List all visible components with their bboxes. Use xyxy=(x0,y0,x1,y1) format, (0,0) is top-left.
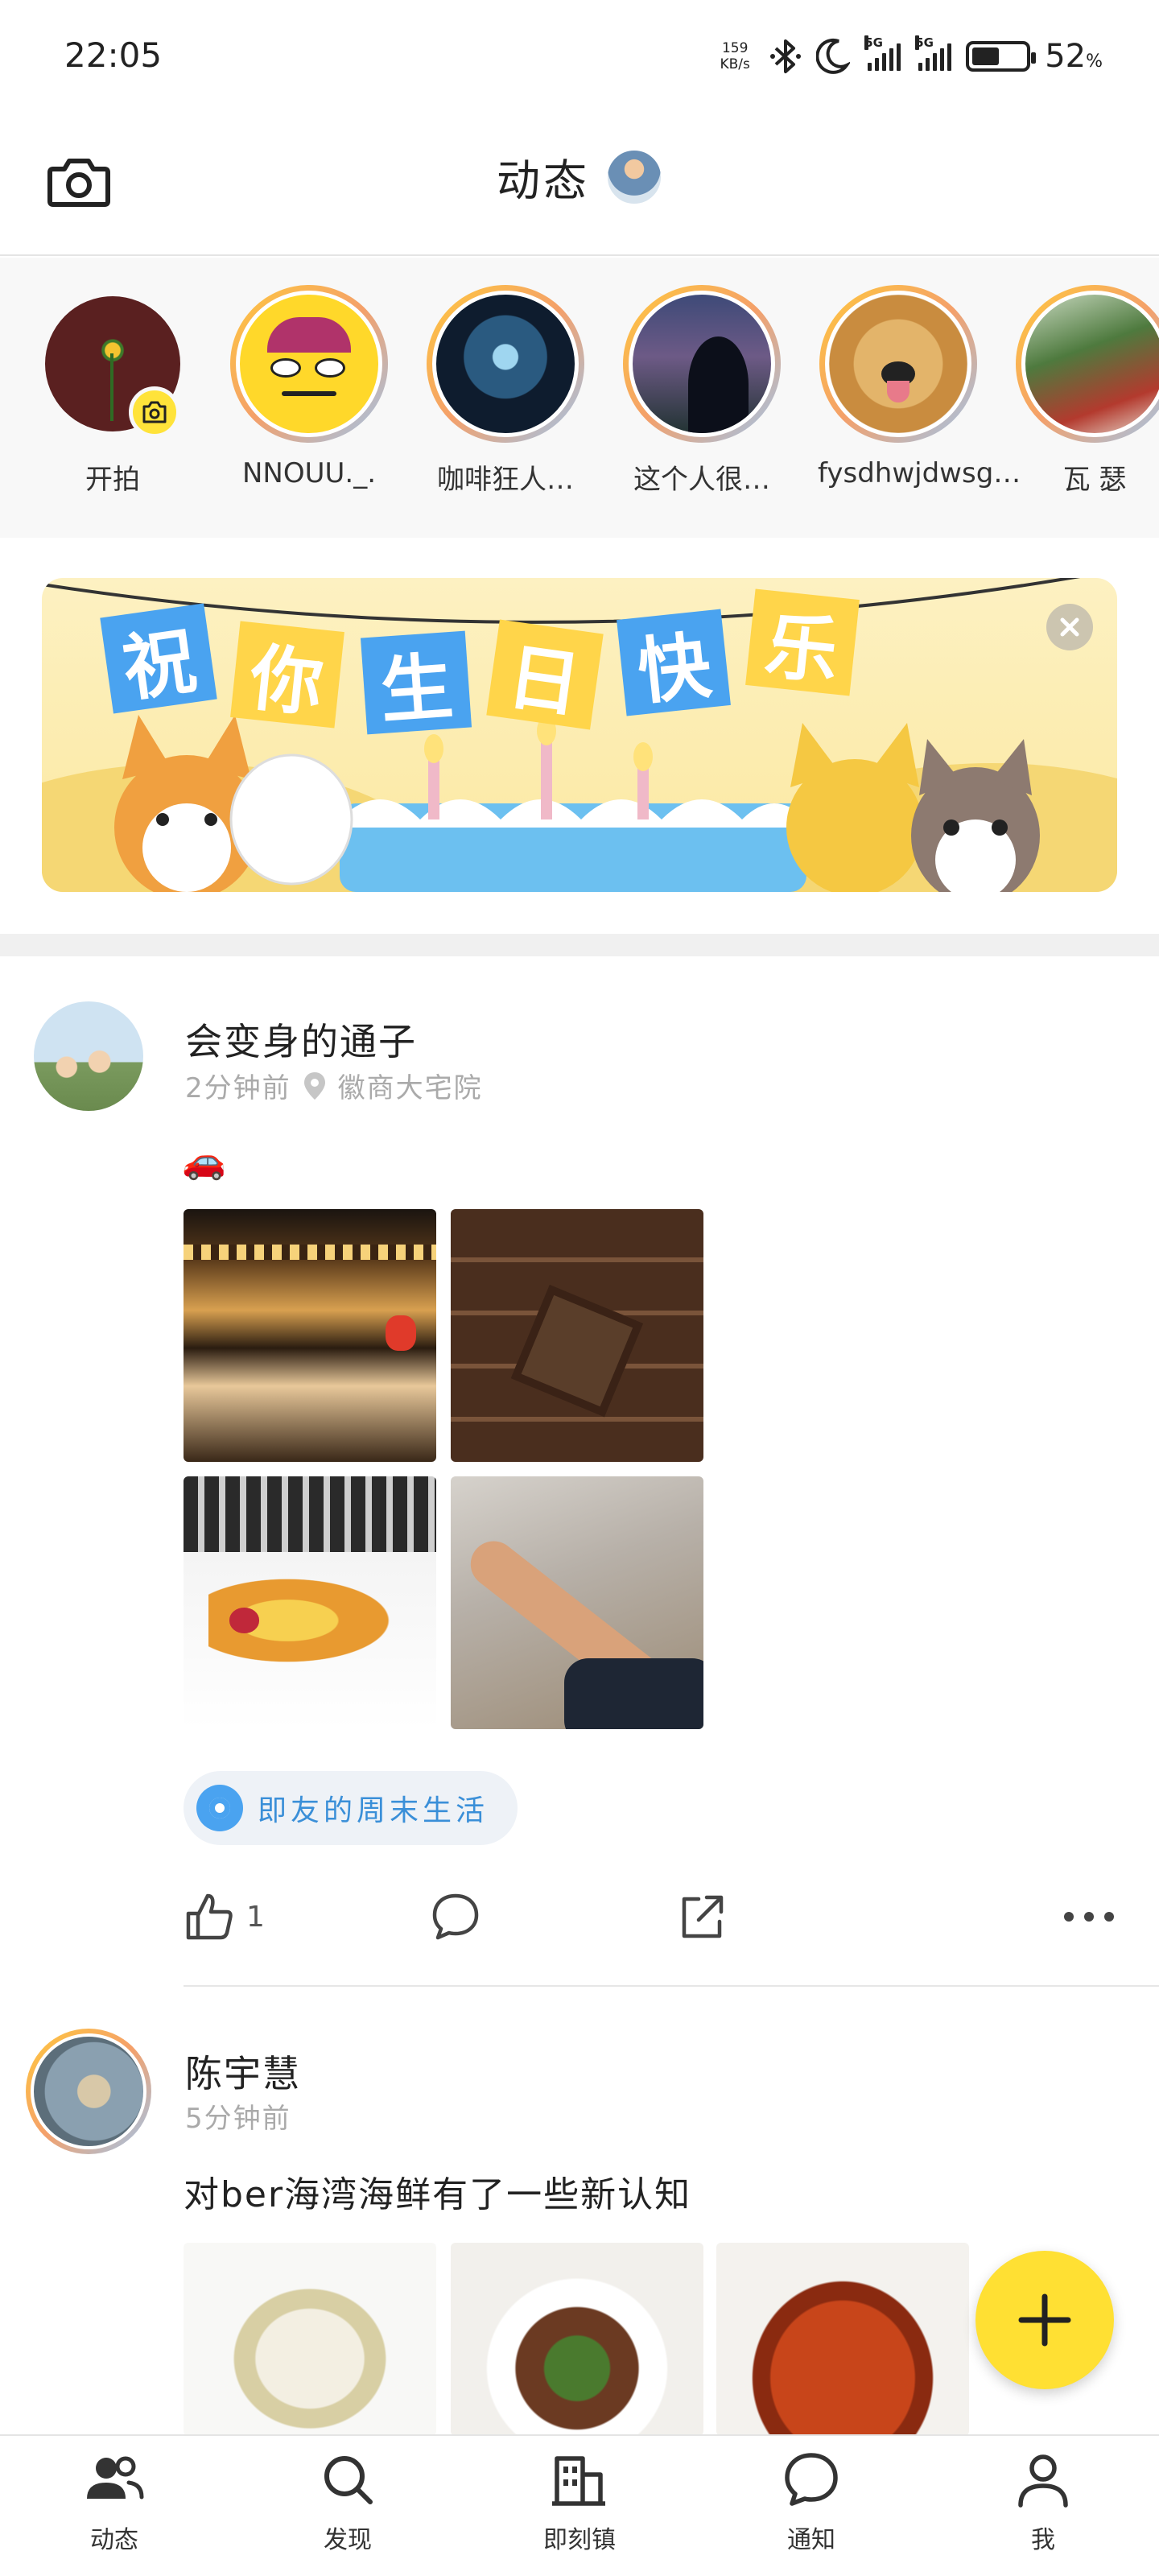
nav-label: 我 xyxy=(1031,2526,1055,2554)
moon-icon xyxy=(816,38,848,74)
story-name: 这个人很… xyxy=(633,464,770,496)
post-text: 🚗 xyxy=(182,1141,228,1182)
banner-flag: 日 xyxy=(486,619,604,730)
bluetooth-icon xyxy=(770,39,802,73)
post-photo[interactable] xyxy=(451,1209,703,1462)
signal-5g-1-icon: 5G xyxy=(864,35,901,71)
status-time: 22:05 xyxy=(64,35,163,75)
post-time: 2分钟前 xyxy=(185,1072,291,1104)
comment-icon xyxy=(432,1893,479,1940)
plus-icon xyxy=(1018,2293,1071,2347)
nav-label: 发现 xyxy=(324,2526,372,2554)
location-pin-icon xyxy=(303,1071,325,1100)
people-icon xyxy=(87,2456,144,2500)
topic-chip[interactable]: 即友的周末生活 xyxy=(184,1771,518,1845)
story-item[interactable]: 瓦 瑟 xyxy=(1014,285,1159,497)
story-name: 开拍 xyxy=(85,464,140,496)
banner-flag: 快 xyxy=(617,609,731,716)
story-name: NNOUU._. xyxy=(241,457,376,489)
post-photo[interactable] xyxy=(184,1476,436,1729)
banner-flag: 生 xyxy=(360,630,472,735)
story-bar: 开拍 NNOUU._. 咖啡狂人… 这个人很… fysdhwjdwsg… 瓦 瑟 xyxy=(0,258,1159,538)
app-header: 动态 xyxy=(0,113,1159,256)
story-avatar xyxy=(825,291,971,437)
story-item[interactable]: 咖啡狂人… xyxy=(425,285,586,497)
story-name: fysdhwjdwsg… xyxy=(818,457,1021,489)
share-icon xyxy=(682,1895,724,1938)
avatar[interactable] xyxy=(34,1001,143,1111)
nav-item-discover[interactable]: 发现 xyxy=(267,2447,428,2555)
header-title-group[interactable]: 动态 xyxy=(0,145,1159,208)
story-avatar xyxy=(629,291,775,437)
bottom-nav: 动态 发现 即刻镇 通知 我 xyxy=(0,2434,1159,2576)
story-avatar xyxy=(236,291,382,437)
story-item[interactable]: fysdhwjdwsg… xyxy=(818,285,1021,489)
status-icons: 159 KB/s 5G 5G 52% xyxy=(715,32,1103,80)
more-icon xyxy=(1064,1912,1114,1922)
story-item[interactable]: NNOUU._. xyxy=(229,285,390,489)
avatar xyxy=(606,148,662,205)
status-bar: 22:05 159 KB/s 5G 5G 52% xyxy=(0,0,1159,113)
post-meta: 2分钟前 徽商大宅院 xyxy=(185,1066,483,1105)
post-meta: 5分钟前 xyxy=(185,2096,291,2136)
post-divider xyxy=(184,1985,1159,1987)
person-icon xyxy=(1018,2454,1068,2508)
nav-item-feed[interactable]: 动态 xyxy=(34,2447,195,2555)
topic-icon xyxy=(196,1785,243,1831)
post-time: 5分钟前 xyxy=(185,2103,291,2135)
post-photo[interactable] xyxy=(451,1476,703,1729)
nav-item-me[interactable]: 我 xyxy=(963,2447,1124,2555)
page-title: 动态 xyxy=(497,155,590,206)
nav-label: 通知 xyxy=(787,2526,835,2554)
banner-close-button[interactable] xyxy=(1046,604,1093,650)
banner-flag: 你 xyxy=(230,621,344,729)
section-divider xyxy=(0,934,1159,956)
post-location[interactable]: 徽商大宅院 xyxy=(338,1066,483,1105)
search-icon xyxy=(324,2456,373,2504)
story-avatar xyxy=(432,291,579,437)
like-button[interactable]: 1 xyxy=(184,1889,265,1945)
more-button[interactable] xyxy=(1061,1889,1117,1945)
post-photo[interactable] xyxy=(716,2243,969,2436)
chat-bubble-icon xyxy=(785,2453,838,2506)
avatar[interactable] xyxy=(26,2029,151,2154)
story-item-shoot[interactable]: 开拍 xyxy=(32,285,193,497)
story-avatar xyxy=(1021,291,1159,437)
post-author[interactable]: 会变身的通子 xyxy=(185,1013,417,1066)
birthday-banner[interactable]: 祝你生日快乐 xyxy=(42,578,1117,892)
post-text: 对ber海湾海鲜有了一些新认知 xyxy=(184,2174,692,2215)
banner-flag: 乐 xyxy=(745,588,860,696)
comment-button[interactable] xyxy=(430,1889,481,1945)
battery-icon xyxy=(966,41,1037,72)
post-photo[interactable] xyxy=(451,2243,703,2436)
story-name: 瓦 瑟 xyxy=(1062,464,1127,496)
close-icon xyxy=(1060,617,1079,637)
thumbs-up-icon xyxy=(186,1893,233,1940)
nav-item-town[interactable]: 即刻镇 xyxy=(499,2447,660,2555)
banner-flag: 祝 xyxy=(100,603,217,714)
nav-label: 动态 xyxy=(90,2526,138,2554)
signal-5g-2-icon: 5G xyxy=(915,35,952,71)
post-author[interactable]: 陈宇慧 xyxy=(185,2045,301,2098)
battery-fill xyxy=(972,47,1000,65)
network-speed: 159 KB/s xyxy=(720,40,750,72)
topic-label: 即友的周末生活 xyxy=(258,1794,489,1827)
battery-percent: 52% xyxy=(1045,38,1103,75)
story-name: 咖啡狂人… xyxy=(437,464,574,496)
post-photo[interactable] xyxy=(184,2243,436,2436)
buildings-icon xyxy=(552,2456,605,2506)
post-photo[interactable] xyxy=(184,1209,436,1462)
nav-item-notifications[interactable]: 通知 xyxy=(731,2447,892,2555)
nav-label: 即刻镇 xyxy=(543,2526,616,2554)
share-button[interactable] xyxy=(676,1889,728,1945)
camera-badge-icon xyxy=(129,386,180,438)
story-item[interactable]: 这个人很… xyxy=(621,285,782,497)
create-post-button[interactable] xyxy=(975,2251,1114,2389)
like-count: 1 xyxy=(246,1900,265,1934)
post-actions: 1 xyxy=(184,1876,1125,1956)
